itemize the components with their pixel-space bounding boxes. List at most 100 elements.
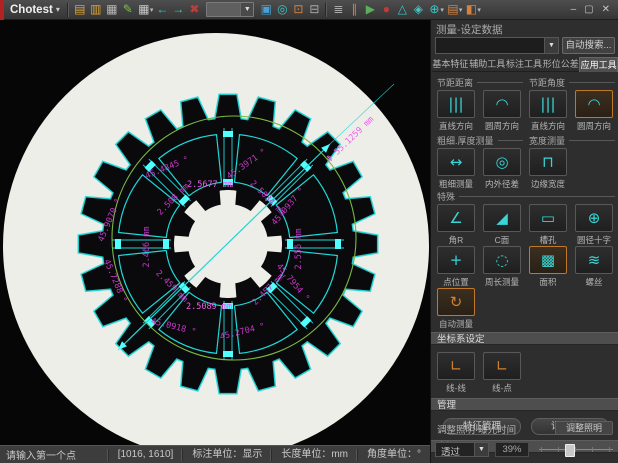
slider-tick [541, 447, 542, 452]
tool-button-circle-cross[interactable]: ⊕ [575, 204, 613, 232]
tool-button-slot-hole[interactable]: ▭ [529, 204, 567, 232]
angle-linear-icon: ||| [540, 97, 555, 112]
length-unit[interactable]: 长度单位：mm [271, 449, 357, 461]
tool-button-pitch-circular[interactable]: ◠ [483, 90, 521, 118]
tool-tabs: 基本特征辅助工具标注工具形位公差应用工具 [432, 57, 618, 72]
light-intensity-slider[interactable] [539, 442, 613, 457]
tool-button-perimeter[interactable]: ◌ [483, 246, 521, 274]
save-icon[interactable]: ▦ [104, 0, 120, 19]
import-folder-icon[interactable]: ▥ [88, 0, 104, 19]
tool-button-chamfer[interactable]: ◢ [483, 204, 521, 232]
image-viewer-icon[interactable]: ▣ [258, 0, 274, 19]
screw-thread-icon: ≋ [588, 253, 601, 268]
section-pitch-angle: 节距角度 [529, 77, 615, 87]
chamfer-icon: ◢ [496, 211, 508, 226]
tool-label-area: 面积 [525, 276, 571, 288]
chevron-down-icon[interactable]: ▼ [474, 443, 488, 456]
maximize-button[interactable]: ▢ [584, 4, 593, 15]
tool-label-screw-thread: 螺丝 [571, 276, 617, 288]
zoom-icon[interactable]: ◎ [274, 0, 290, 19]
delete-icon[interactable]: ✖ [186, 0, 202, 19]
tool-button-area[interactable]: ▩ [529, 246, 567, 274]
chevron-down-icon[interactable]: ▾ [150, 6, 154, 14]
tab-形位公差[interactable]: 形位公差 [542, 57, 579, 72]
application-window: Chotest ▾ ▤▥▦✎▦▾←→✖▼▣◎⊡⊟≣∥▶●△◈⊕▾▤▾◧▾ –▢✕… [0, 0, 618, 463]
slider-track[interactable] [539, 449, 613, 450]
toolbar-separator [67, 3, 69, 17]
perimeter-icon: ◌ [495, 253, 508, 268]
tool-label-edge-width: 边缘宽度 [525, 178, 571, 190]
tool-button-point-position[interactable]: + [437, 246, 475, 274]
measure-tool-icon[interactable]: △ [394, 0, 410, 19]
tool-button-angle-linear[interactable]: ||| [529, 90, 567, 118]
program-select[interactable]: ▼ [435, 37, 559, 54]
tab-应用工具[interactable]: 应用工具 [579, 57, 618, 72]
undo-arrow-icon[interactable]: ← [154, 0, 170, 19]
tool-button-inner-outer-diameter[interactable]: ◎ [483, 148, 521, 176]
tab-标注工具[interactable]: 标注工具 [506, 57, 543, 72]
panel-title: 测量-设定数据 [436, 22, 503, 37]
tool-button-auto-measure[interactable]: ↻ [437, 288, 475, 316]
tool-label-point-position: 点位置 [433, 276, 479, 288]
light-adjust-button[interactable]: 调整照明 [555, 421, 613, 435]
tool-label-axis-line-point: 线-点 [479, 382, 525, 394]
chevron-down-icon[interactable]: ▾ [440, 6, 444, 14]
monitor-icon[interactable]: ⊟ [306, 0, 322, 19]
area-icon: ▩ [541, 253, 555, 268]
svg-text:2.556 mm: 2.556 mm [294, 229, 304, 270]
circle-cross-icon: ⊕ [588, 211, 601, 226]
tool-label-angle-circular: 圆周方向 [571, 120, 617, 132]
tab-基本特征[interactable]: 基本特征 [432, 57, 469, 72]
redo-arrow-icon[interactable]: → [170, 0, 186, 19]
section-thickness: 粗细.厚度测量 [437, 135, 523, 145]
tool-label-auto-measure: 自动测量 [433, 318, 479, 330]
tool-label-perimeter: 周长测量 [479, 276, 525, 288]
gear-measurement-scene[interactable]: 45.4845 °45.3971 °45.9070 °45.0937 °45.7… [0, 20, 430, 445]
record-icon[interactable]: ● [378, 0, 394, 19]
slider-handle[interactable] [565, 444, 575, 457]
tool-label-slot-hole: 槽孔 [525, 234, 571, 246]
list-icon[interactable]: ≣ [330, 0, 346, 19]
cursor-coordinates: [1016, 1610] [108, 449, 183, 461]
tool-label-chamfer: C面 [479, 234, 525, 246]
toolbar-combo-select[interactable]: ▼ [206, 2, 254, 17]
tool-button-angle-circular[interactable]: ◠ [575, 90, 613, 118]
minimize-button[interactable]: – [571, 4, 577, 15]
slider-tick [609, 447, 610, 452]
measurement-canvas[interactable]: 45.4845 °45.3971 °45.9070 °45.0937 °45.7… [0, 20, 430, 445]
light-mode-select[interactable]: 透过 ▼ [435, 442, 489, 457]
tool-button-pitch-linear[interactable]: ||| [437, 90, 475, 118]
chevron-down-icon[interactable]: ▾ [477, 6, 481, 14]
toolbar: Chotest ▾ ▤▥▦✎▦▾←→✖▼▣◎⊡⊟≣∥▶●△◈⊕▾▤▾◧▾ –▢✕ [0, 0, 618, 20]
tool-button-edge-width[interactable]: ⊓ [529, 148, 567, 176]
tool-button-axis-line-point[interactable]: ∟ [483, 352, 521, 380]
chevron-down-icon[interactable]: ▾ [56, 5, 64, 14]
annotation-unit[interactable]: 标注单位：显示 [182, 449, 271, 461]
window-controls: –▢ ✕ [571, 4, 618, 15]
angle-unit[interactable]: 角度单位：° [357, 449, 430, 461]
slider-tick [575, 447, 576, 452]
chevron-down-icon[interactable]: ▼ [544, 38, 558, 53]
run-icon[interactable]: ▶ [362, 0, 378, 19]
tool-button-screw-thread[interactable]: ≋ [575, 246, 613, 274]
crop-icon[interactable]: ⊡ [290, 0, 306, 19]
feature-box-icon[interactable]: ◈ [410, 0, 426, 19]
auto-measure-icon: ↻ [450, 295, 463, 310]
tool-button-axis-line-line[interactable]: ∟ [437, 352, 475, 380]
app-menu-button[interactable]: Chotest [4, 4, 56, 16]
measurement-panel: 测量-设定数据 ▼ 自动搜索... 基本特征辅助工具标注工具形位公差应用工具 节… [430, 20, 618, 463]
ruler-icon[interactable]: ∥ [346, 0, 362, 19]
section-bar-manage: 管理 [431, 398, 618, 411]
chevron-down-icon[interactable]: ▾ [459, 6, 463, 14]
tool-button-thickness-measure[interactable]: ↔ [437, 148, 475, 176]
thickness-measure-icon: ↔ [450, 155, 463, 170]
auto-search-button[interactable]: 自动搜索... [562, 37, 615, 54]
open-folder-icon[interactable]: ▤ [72, 0, 88, 19]
edit-document-icon[interactable]: ✎ [120, 0, 136, 19]
close-button[interactable]: ✕ [602, 4, 610, 15]
tab-辅助工具[interactable]: 辅助工具 [469, 57, 506, 72]
toolbar-separator [325, 3, 327, 17]
chevron-down-icon[interactable]: ▼ [240, 3, 253, 16]
section-special: 特殊 [437, 191, 615, 201]
tool-button-corner-radius[interactable]: ∠ [437, 204, 475, 232]
